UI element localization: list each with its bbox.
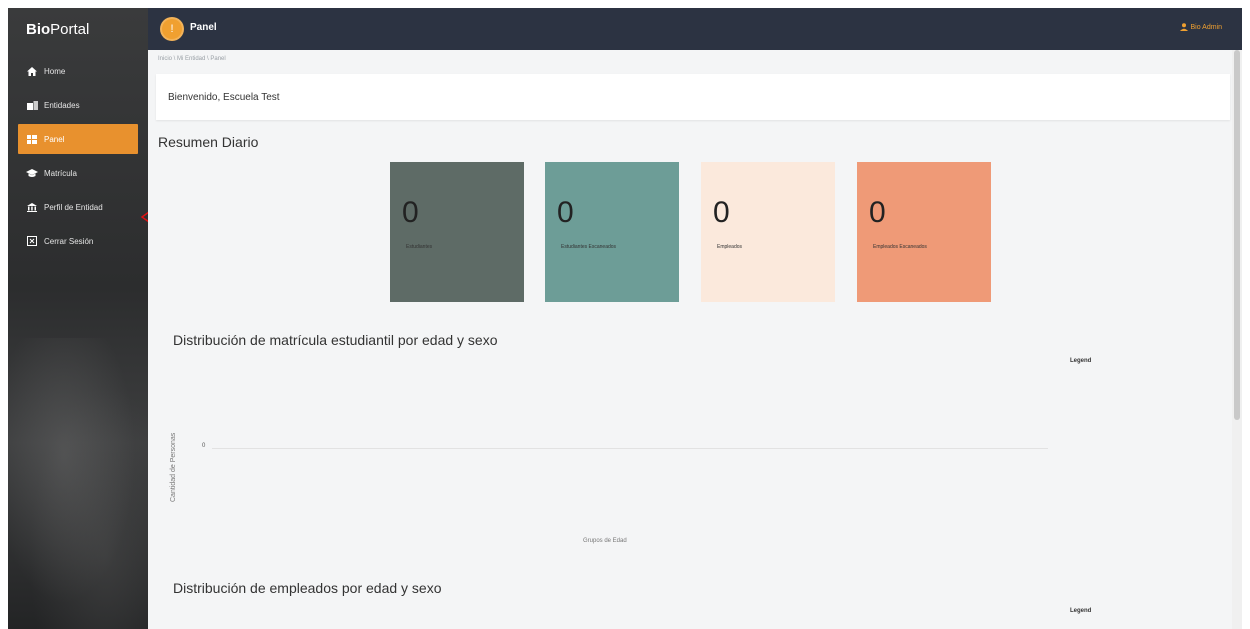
app-window: Bio Portal Home Entidades Panel Matrícul… [8,8,1242,629]
stat-label: Empleados [717,244,743,250]
page-scrollbar[interactable] [1232,50,1242,629]
stat-card-estudiantes: 0 Estudiantes [390,162,524,302]
user-menu[interactable]: Bio Admin [1180,23,1222,31]
home-icon [26,66,38,76]
sidebar-item-label: Cerrar Sesión [44,236,94,246]
user-icon [1180,23,1189,31]
chart-title-matricula: Distribución de matrícula estudiantil po… [173,332,498,348]
user-name: Bio Admin [1190,23,1222,31]
sidebar-item-label: Perfil de Entidad [44,202,103,212]
sidebar-item-entidades[interactable]: Entidades [18,90,138,120]
stat-value: 0 [557,196,574,229]
stat-card-estudiantes-escaneados: 0 Estudiantes Escaneados [545,162,679,302]
graduation-cap-icon [26,168,38,178]
sidebar-item-home[interactable]: Home [18,56,138,86]
institution-icon [26,202,38,212]
chart-y-tick: 0 [202,443,206,449]
panel-badge-icon: ! [160,17,184,41]
stat-card-empleados: 0 Empleados [701,162,835,302]
topbar: ! Panel Bio Admin [148,8,1242,50]
sidebar-item-label: Matrícula [44,168,77,178]
welcome-card: Bienvenido, Escuela Test [156,74,1230,120]
sidebar-item-matricula[interactable]: Matrícula [18,158,138,188]
chart-gridline [212,448,1048,449]
stat-label: Estudiantes [406,244,433,250]
sidebar-item-panel[interactable]: Panel [18,124,138,154]
stat-card-empleados-escaneados: 0 Empleados Escaneados [857,162,991,302]
dashboard-icon [26,134,38,144]
sidebar-item-label: Panel [44,134,65,144]
page-title: Panel [190,22,217,33]
stat-value: 0 [402,196,419,229]
sidebar-nav: Home Entidades Panel Matrícula Perfil de… [8,56,148,256]
chart-legend: Legend [1070,608,1092,614]
sidebar-item-cerrar-sesion[interactable]: Cerrar Sesión [18,226,138,256]
sidebar: Bio Portal Home Entidades Panel Matrícul… [8,8,148,629]
sidebar-item-label: Home [44,66,66,76]
app-logo[interactable]: Bio Portal [8,8,148,50]
stat-value: 0 [869,196,886,229]
welcome-text: Bienvenido, Escuela Test [168,91,280,103]
building-icon [26,100,38,110]
stat-label: Empleados Escaneados [873,244,927,250]
breadcrumb[interactable]: Inicio \ Mi Entidad \ Panel [158,56,226,62]
chart-x-axis-label: Grupos de Edad [583,538,627,544]
logo-rest-text: Portal [50,20,90,38]
logout-icon [26,236,38,246]
chart-legend: Legend [1070,358,1092,364]
scrollbar-thumb[interactable] [1234,50,1240,420]
stat-value: 0 [713,196,730,229]
sidebar-item-perfil-de-entidad[interactable]: Perfil de Entidad [18,192,138,222]
chart-y-axis-label: Cantidad de Personas [170,432,177,502]
chart-title-empleados: Distribución de empleados por edad y sex… [173,580,442,596]
badge-text: ! [170,23,174,35]
stat-label: Estudiantes Escaneados [561,244,617,250]
sidebar-item-label: Entidades [44,100,80,110]
summary-title: Resumen Diario [158,134,259,150]
main-content: Inicio \ Mi Entidad \ Panel Bienvenido, … [148,50,1242,629]
logo-bold-text: Bio [26,20,51,38]
